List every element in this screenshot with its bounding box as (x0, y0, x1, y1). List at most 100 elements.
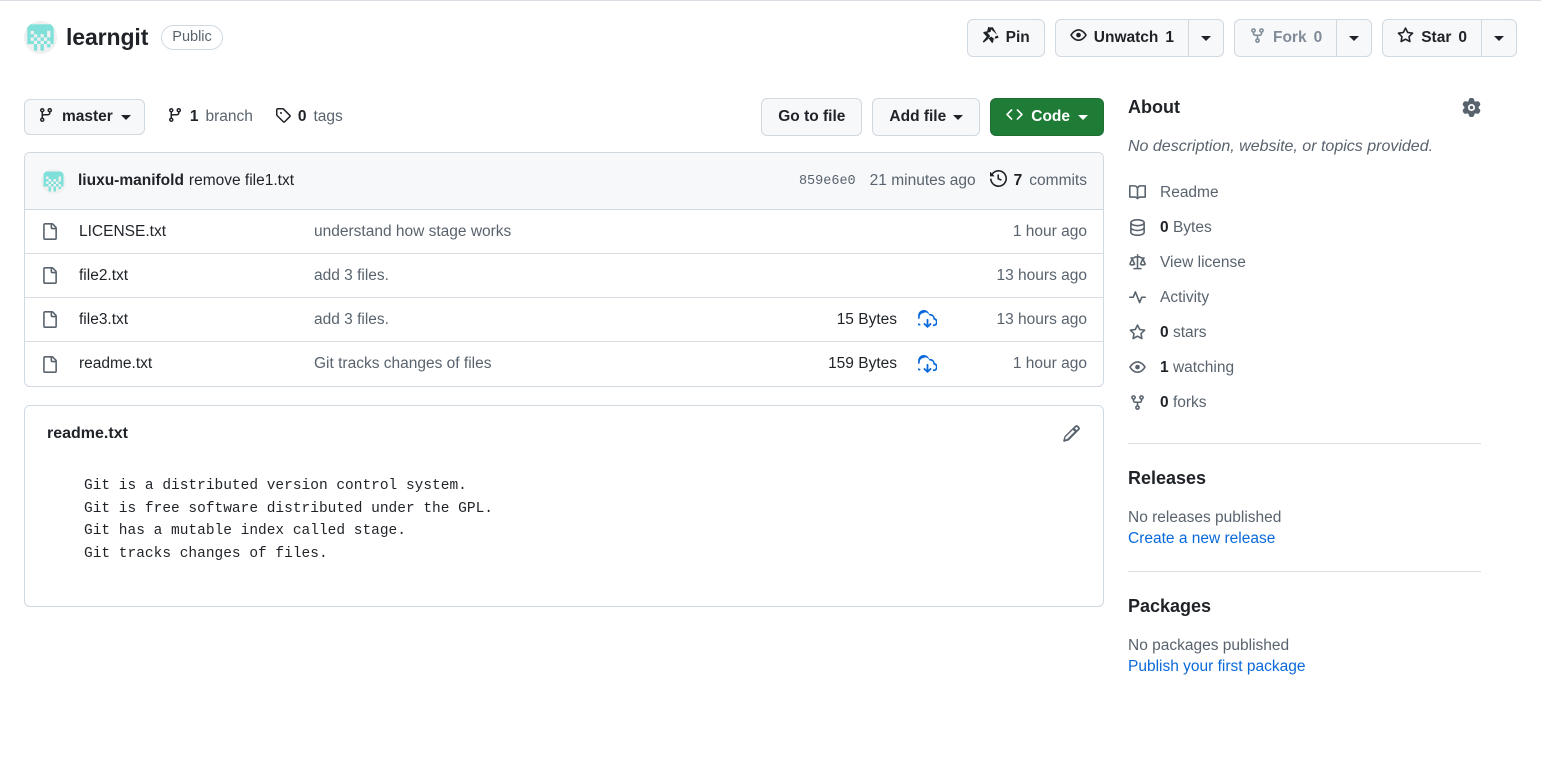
commits-count-label: commits (1029, 172, 1087, 189)
table-row[interactable]: LICENSE.txt understand how stage works 1… (25, 210, 1103, 254)
commit-sha[interactable]: 859e6e0 (799, 174, 856, 189)
cloud-download-icon (917, 310, 937, 328)
file-name[interactable]: file3.txt (79, 311, 314, 329)
repo-content: master 1 branch 0 tags Go to file Add fi… (0, 77, 1541, 676)
create-release-link[interactable]: Create a new release (1128, 530, 1481, 548)
pin-label: Pin (1005, 29, 1030, 46)
about-header: About (1128, 83, 1481, 118)
go-to-file-button[interactable]: Go to file (761, 98, 863, 136)
law-icon (1128, 254, 1146, 271)
repo-size-value: 0 Bytes (1160, 219, 1212, 237)
toolbar-left: master 1 branch 0 tags (24, 99, 343, 135)
file-commit-message[interactable]: add 3 files. (314, 311, 777, 329)
commit-author-avatar[interactable] (41, 168, 66, 194)
star-button[interactable]: Star 0 (1383, 20, 1481, 56)
license-link[interactable]: View license (1128, 245, 1481, 280)
fork-button-group: Fork 0 (1234, 19, 1373, 57)
tag-icon (275, 107, 291, 128)
edit-readme-button[interactable] (1062, 424, 1081, 443)
branch-selector[interactable]: master (24, 99, 145, 135)
unwatch-button[interactable]: Unwatch 1 (1056, 20, 1188, 56)
download-button[interactable] (897, 354, 957, 374)
fork-button[interactable]: Fork 0 (1235, 20, 1336, 56)
commit-author-and-message: liuxu-manifold remove file1.txt (78, 172, 294, 190)
chevron-down-icon (1494, 35, 1504, 41)
publish-package-link[interactable]: Publish your first package (1128, 658, 1481, 676)
sidebar-divider (1128, 443, 1481, 445)
eye-icon (1070, 27, 1087, 49)
forks-count: 0 (1160, 393, 1169, 411)
chevron-down-icon (1078, 114, 1088, 120)
git-branch-icon (167, 107, 183, 128)
repo-name[interactable]: learngit (66, 26, 148, 49)
repository-page: learngit Public Pin Unwatch 1 Fork 0 Sta… (0, 0, 1541, 774)
forks-value: 0 forks (1160, 394, 1207, 412)
fork-label: Fork (1273, 29, 1307, 46)
book-icon (1128, 184, 1146, 201)
about-title: About (1128, 97, 1180, 117)
table-row[interactable]: readme.txt Git tracks changes of files 1… (25, 342, 1103, 386)
star-dropdown-toggle[interactable] (1482, 20, 1516, 56)
repo-owner-avatar[interactable] (24, 21, 57, 54)
file-table: liuxu-manifold remove file1.txt 859e6e0 2… (24, 152, 1104, 387)
file-timestamp: 13 hours ago (996, 266, 1088, 284)
star-icon (1128, 324, 1146, 341)
file-name[interactable]: file2.txt (79, 267, 314, 285)
file-icon (41, 223, 79, 240)
commit-author-name[interactable]: liuxu-manifold (78, 172, 184, 189)
eye-icon (1128, 359, 1146, 376)
file-commit-message[interactable]: add 3 files. (314, 267, 777, 285)
readme-title: readme.txt (47, 424, 128, 442)
tags-count-link[interactable]: 0 tags (275, 107, 343, 128)
star-icon (1397, 27, 1414, 49)
about-links: Readme 0 Bytes View license Activity 0 s… (1128, 175, 1481, 420)
packages-title: Packages (1128, 596, 1212, 617)
repo-size-unit: Bytes (1172, 218, 1212, 236)
watch-dropdown-toggle[interactable] (1189, 20, 1223, 56)
commit-message[interactable]: remove file1.txt (189, 172, 294, 189)
repo-size-link[interactable]: 0 Bytes (1128, 210, 1481, 245)
star-count: 0 (1458, 29, 1467, 46)
cloud-download-icon (917, 354, 937, 373)
file-timestamp: 1 hour ago (1012, 355, 1087, 372)
table-row[interactable]: file3.txt add 3 files. 15 Bytes 13 hours… (25, 298, 1103, 342)
fork-icon (1128, 394, 1146, 411)
tags-count: 0 (297, 108, 307, 125)
download-button[interactable] (897, 310, 957, 329)
unwatch-label: Unwatch (1093, 29, 1159, 46)
visibility-badge: Public (161, 25, 223, 50)
table-row[interactable]: file2.txt add 3 files. 13 hours ago (25, 254, 1103, 298)
watch-button-group: Unwatch 1 (1054, 19, 1224, 57)
repo-sidebar: About No description, website, or topics… (1128, 77, 1481, 676)
fork-count: 0 (1313, 29, 1323, 46)
activity-link[interactable]: Activity (1128, 280, 1481, 315)
file-name[interactable]: LICENSE.txt (79, 223, 314, 241)
stars-count: 0 (1160, 323, 1169, 341)
repo-forked-icon (1249, 27, 1266, 49)
pin-button[interactable]: Pin (966, 19, 1045, 57)
branches-count: 1 (189, 108, 199, 125)
stars-link[interactable]: 0 stars (1128, 315, 1481, 350)
toolbar-right: Go to file Add file Code (761, 98, 1104, 136)
forks-link[interactable]: 0 forks (1128, 385, 1481, 420)
readme-link[interactable]: Readme (1128, 175, 1481, 210)
fork-dropdown-toggle[interactable] (1337, 20, 1371, 56)
commits-history-link[interactable]: 7 commits (989, 169, 1087, 192)
code-button[interactable]: Code (990, 98, 1104, 136)
chevron-down-icon (953, 114, 964, 120)
file-commit-message[interactable]: understand how stage works (314, 223, 777, 241)
readme-panel: readme.txt Git is a distributed version … (24, 405, 1104, 607)
watchers-link[interactable]: 1 watching (1128, 350, 1481, 385)
git-branch-icon (38, 107, 54, 128)
releases-title: Releases (1128, 468, 1207, 489)
branches-count-link[interactable]: 1 branch (167, 107, 253, 128)
file-icon (41, 355, 79, 373)
branches-label: branch (205, 108, 253, 125)
readme-content: Git is a distributed version control sys… (84, 478, 493, 562)
file-name[interactable]: readme.txt (79, 355, 314, 373)
add-file-button[interactable]: Add file (872, 98, 981, 136)
code-label: Code (1031, 108, 1070, 125)
file-navigation-toolbar: master 1 branch 0 tags Go to file Add fi… (24, 77, 1104, 152)
repo-settings-button[interactable] (1462, 98, 1481, 117)
file-commit-message[interactable]: Git tracks changes of files (314, 355, 777, 373)
